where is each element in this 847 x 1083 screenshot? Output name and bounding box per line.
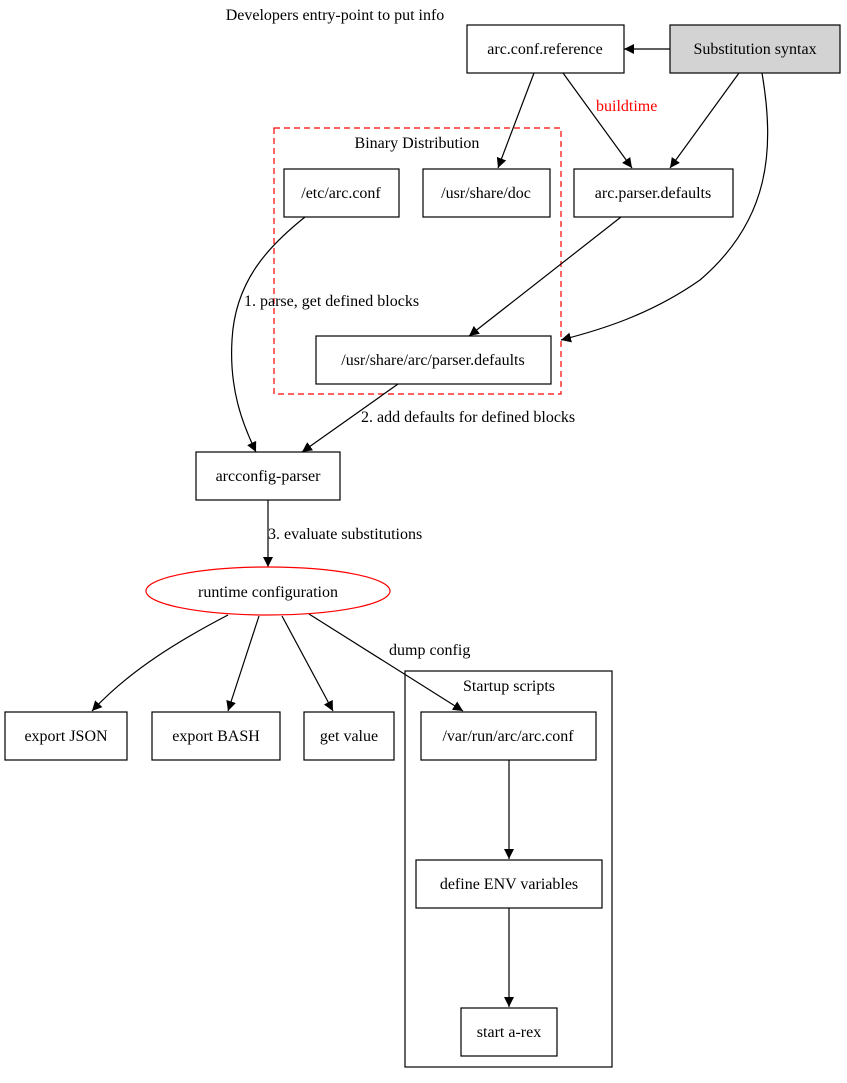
node-get-value-label: get value (320, 728, 378, 745)
edge-label-parse: 1. parse, get defined blocks (244, 293, 419, 310)
node-runtime-configuration-label: runtime configuration (198, 584, 338, 601)
node-arcconfig-parser-label: arcconfig-parser (216, 468, 321, 485)
node-arc-conf-reference-label: arc.conf.reference (487, 41, 602, 58)
node-arcconfig-parser[interactable]: arcconfig-parser (195, 451, 341, 501)
node-runtime-configuration[interactable]: runtime configuration (145, 566, 391, 616)
node-substitution-syntax[interactable]: Substitution syntax (669, 24, 841, 74)
node-export-bash[interactable]: export BASH (151, 711, 281, 761)
cluster-binary-distribution-label: Binary Distribution (355, 135, 480, 152)
node-substitution-syntax-label: Substitution syntax (693, 41, 816, 58)
edge-substitution-to-parser-defaults (669, 72, 740, 169)
node-usr-share-arc-parser-defaults[interactable]: /usr/share/arc/parser.defaults (315, 335, 552, 385)
edge-parser-defaults-to-usr-share-defaults (468, 216, 622, 337)
node-usr-share-doc[interactable]: /usr/share/doc (422, 168, 551, 218)
node-var-run-arc-conf-label: /var/run/arc/arc.conf (442, 728, 574, 745)
node-arc-parser-defaults-label: arc.parser.defaults (595, 185, 711, 202)
edge-runtime-to-var-run-conf (308, 613, 464, 712)
edge-reference-to-doc (496, 72, 535, 169)
node-get-value[interactable]: get value (303, 711, 395, 761)
node-arc-parser-defaults[interactable]: arc.parser.defaults (573, 168, 734, 218)
edge-etc-conf-to-arcconfig (230, 216, 306, 453)
node-export-json-label: export JSON (24, 728, 108, 745)
edge-label-dump-config: dump config (389, 642, 470, 659)
node-etc-arc-conf-label: /etc/arc.conf (301, 185, 381, 202)
node-arc-conf-reference[interactable]: arc.conf.reference (466, 24, 625, 74)
node-define-env-variables[interactable]: define ENV variables (415, 859, 603, 909)
edge-runtime-to-export-json (91, 614, 229, 712)
node-var-run-arc-conf[interactable]: /var/run/arc/arc.conf (420, 711, 597, 761)
node-usr-share-doc-label: /usr/share/doc (441, 185, 531, 202)
node-export-bash-label: export BASH (172, 728, 260, 745)
node-usr-share-arc-parser-defaults-label: /usr/share/arc/parser.defaults (341, 352, 524, 369)
edge-runtime-to-export-bash (226, 615, 260, 712)
node-etc-arc-conf[interactable]: /etc/arc.conf (283, 168, 400, 218)
edge-reference-to-parser-defaults (562, 72, 633, 169)
edge-label-evaluate: 3. evaluate substitutions (268, 526, 422, 543)
node-start-arex-label: start a-rex (477, 1024, 541, 1041)
edge-label-buildtime: buildtime (596, 98, 657, 115)
edge-label-add-defaults: 2. add defaults for defined blocks (361, 409, 575, 426)
node-export-json[interactable]: export JSON (4, 711, 128, 761)
diagram-canvas: Binary Distribution Startup scripts Deve… (4, 7, 841, 1068)
developers-note: Developers entry-point to put info (226, 7, 445, 24)
cluster-startup-scripts-label: Startup scripts (463, 678, 555, 695)
node-define-env-variables-label: define ENV variables (440, 876, 578, 893)
node-start-arex[interactable]: start a-rex (460, 1007, 558, 1057)
edge-runtime-to-get-value (281, 615, 334, 712)
